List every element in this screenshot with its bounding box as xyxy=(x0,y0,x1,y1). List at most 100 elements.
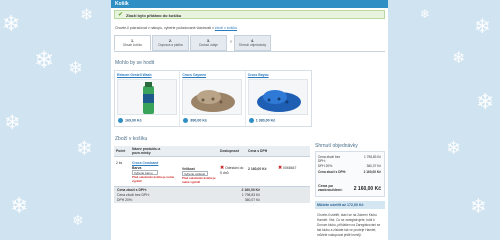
table-row: 2 ks Crocs Crocband Barva Vyberte barvu … xyxy=(114,157,310,186)
size-cell: Velikost Vyberte velikost Před odesláním… xyxy=(180,157,218,186)
add-to-cart-icon[interactable] xyxy=(183,118,189,123)
order-summary: Shrnutí objednávky Cena zboží bez DPH: 1… xyxy=(315,143,385,240)
qty-cell: 2 ks xyxy=(114,157,130,186)
checkmark-icon: ✔ xyxy=(118,11,124,18)
step-label: Obsah košíku xyxy=(122,43,143,47)
summary-total-label: Cena po zaokrouhlení: xyxy=(318,184,343,192)
page-title: Košík xyxy=(115,1,129,7)
product-price: 1 380,00 Kč xyxy=(248,118,276,123)
table-header-row: Počet Název produktu a pozn.mínky Dostup… xyxy=(114,146,310,157)
summary-line-label: DPH 20%: xyxy=(318,164,333,168)
snowflake-icon: ❄ xyxy=(452,48,466,67)
cart-table: Počet Název produktu a pozn.mínky Dostup… xyxy=(114,146,310,185)
product-price: 890,00 Kč xyxy=(183,118,207,123)
availability-cell: ✖ Odeslání do 5 dnů xyxy=(218,157,246,186)
size-warning: Před odesláním košíku je nutné vyplnit! xyxy=(182,176,216,184)
snowflake-icon: ❄ xyxy=(420,7,431,21)
hint-link[interactable]: zboží v košíku xyxy=(215,26,237,30)
summary-line-value: 360,07 Kč xyxy=(366,164,381,168)
col-price: Cena s DPH xyxy=(246,146,276,157)
product-card[interactable]: Crocs Caymen 890,00 Kč xyxy=(180,71,246,126)
step-label: Dodací údaje xyxy=(199,43,218,47)
product-name[interactable]: Crocs Bayou xyxy=(248,73,309,77)
divider xyxy=(114,51,385,52)
snowflake-icon: ❄ xyxy=(470,194,487,218)
cart-product-link[interactable]: Crocs Crocband xyxy=(132,161,178,165)
qty-input[interactable]: 2 xyxy=(116,161,118,165)
product-cell: Crocs Crocband Barva Vyberte barvu Před … xyxy=(130,157,180,186)
snowflake-icon: ❄ xyxy=(34,46,55,74)
step-label: Doprava a platba xyxy=(158,43,183,47)
total-label-vat: DPH 20%: xyxy=(117,198,133,202)
add-to-cart-icon[interactable] xyxy=(118,118,123,123)
total-label-gross: Cena zboží s DPH: xyxy=(117,188,147,192)
step-order-summary[interactable]: 4. Shrnutí objednávky xyxy=(234,35,271,51)
remove-cell: ✖ 0068647 xyxy=(276,157,310,186)
spray-can-icon xyxy=(143,82,154,114)
snowflake-icon: ❄ xyxy=(72,213,84,229)
snowflake-icon: ❄ xyxy=(2,12,21,37)
snowflake-icon: ❄ xyxy=(76,136,93,160)
page-header: Košík xyxy=(111,0,388,8)
product-price-value: 890,00 Kč xyxy=(190,118,207,123)
snowflake-icon: ❄ xyxy=(476,90,495,115)
snowflake-icon: ❄ xyxy=(80,5,94,24)
col-qty: Počet xyxy=(114,146,130,157)
snowflake-icon: ❄ xyxy=(4,110,21,134)
color-warning: Před odesláním košíku je nutné vyplnit! xyxy=(132,175,174,183)
total-value-net: 1 798,83 Kč xyxy=(241,193,260,197)
step-label: Shrnutí objednávky xyxy=(238,43,267,47)
product-name[interactable]: Crocs Caymen xyxy=(182,73,242,77)
summary-line-value: 2 160,00 Kč xyxy=(363,170,381,174)
summary-line-value: 1 798,83 Kč xyxy=(363,155,381,159)
clog-icon xyxy=(256,90,301,112)
price-cell: 2 160,00 Kč xyxy=(248,167,267,171)
clog-icon xyxy=(191,90,236,112)
summary-total-value: 2 160,00 Kč xyxy=(353,186,381,192)
product-card[interactable]: Rebuen Gestell Wash 169,00 Kč xyxy=(115,71,181,126)
qty-unit: ks xyxy=(118,161,123,165)
summary-line-label: Cena zboží bez DPH: xyxy=(318,155,341,163)
club-info-text: Chcete-li ušetřit, stačí se na Zázemí Kl… xyxy=(317,213,381,237)
snowflake-icon: ❄ xyxy=(68,58,84,79)
success-banner: ✔ Zboží bylo přidáno do košíku xyxy=(114,10,385,19)
cart-title: Zboží v košíku xyxy=(115,136,148,142)
col-remove xyxy=(276,146,310,157)
product-price-value: 169,00 Kč xyxy=(125,118,142,123)
ean-code: 0068647 xyxy=(283,166,297,170)
col-name: Název produktu a pozn.mínky xyxy=(130,146,180,157)
snowflake-icon: ❄ xyxy=(474,14,491,38)
product-price: 169,00 Kč xyxy=(118,118,142,123)
step-delivery-details[interactable]: 3. Dodací údaje xyxy=(190,35,227,51)
success-message: Zboží bylo přidáno do košíku xyxy=(126,13,182,18)
product-price-value: 1 380,00 Kč xyxy=(255,118,276,123)
col-options xyxy=(180,146,218,157)
snowflake-icon: ❄ xyxy=(446,138,462,159)
step-cart-contents[interactable]: 1. Obsah košíku xyxy=(114,35,151,51)
total-value-gross: 2 160,00 Kč xyxy=(241,188,260,192)
hint-text: Chcete-li pokračovat v nákupu, vyberte p… xyxy=(115,26,237,30)
col-availability: Dostupnost xyxy=(218,146,246,157)
product-image[interactable] xyxy=(182,79,243,115)
checkout-steps: 1. Obsah košíku 2. Doprava a platba 3. D… xyxy=(114,35,272,51)
recommended-products: Rebuen Gestell Wash 169,00 Kč Crocs Caym… xyxy=(114,70,312,127)
savings-banner: Můžete ušetřit až 172,00 Kč xyxy=(315,201,385,209)
main-content: Košík ✔ Zboží bylo přidáno do košíku Chc… xyxy=(111,0,388,240)
cart-totals: Cena zboží s DPH: 2 160,00 Kč Cena zboží… xyxy=(114,186,310,203)
product-card[interactable]: Crocs Bayou 1 380,00 Kč xyxy=(246,71,311,126)
availability-text: Odeslání do 5 dnů xyxy=(220,166,244,175)
add-to-cart-icon[interactable] xyxy=(248,118,254,123)
total-label-net: Cena zboží bez DPH: xyxy=(117,193,150,197)
summary-line-label: Cena zboží s DPH: xyxy=(318,170,346,174)
snowflake-icon: ❄ xyxy=(10,194,29,219)
product-image[interactable] xyxy=(117,79,177,115)
hint-body: Chcete-li pokračovat v nákupu, vyberte p… xyxy=(115,26,214,30)
summary-title: Shrnutí objednávky xyxy=(315,143,358,149)
step-shipping-payment[interactable]: 2. Doprava a platba xyxy=(152,35,189,51)
recommend-title: Mohlo by se hodit xyxy=(115,60,155,66)
remove-item-icon[interactable]: ✖ xyxy=(278,165,282,171)
total-value-vat: 360,07 Kč xyxy=(244,198,260,202)
summary-box: Cena zboží bez DPH: 1 798,83 Kč DPH 20%:… xyxy=(315,151,385,197)
product-image[interactable] xyxy=(247,79,308,115)
product-name[interactable]: Rebuen Gestell Wash xyxy=(117,73,177,77)
